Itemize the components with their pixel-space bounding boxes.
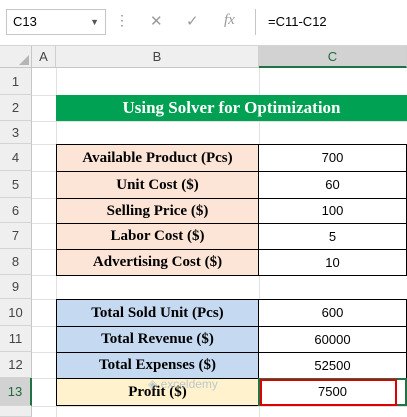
insert-function-icon[interactable]: fx bbox=[224, 12, 235, 29]
result-label-cell[interactable]: Total Revenue ($) bbox=[56, 326, 259, 353]
column-header-c[interactable]: C bbox=[259, 46, 407, 68]
row-header-14[interactable] bbox=[0, 406, 32, 417]
column-header-b[interactable]: B bbox=[56, 46, 259, 68]
row-header-10[interactable]: 10 bbox=[0, 299, 32, 326]
input-label-cell[interactable]: Available Product (Pcs) bbox=[56, 144, 259, 172]
highlight-box bbox=[260, 379, 397, 406]
row-header-11[interactable]: 11 bbox=[0, 326, 32, 352]
result-value-cell[interactable]: 600 bbox=[258, 299, 407, 327]
formula-buttons: ✕ ✓ fx bbox=[138, 9, 250, 35]
row-header-8[interactable]: 8 bbox=[0, 249, 32, 275]
watermark-logo-icon: ◈ bbox=[148, 377, 161, 391]
input-value-cell[interactable]: 700 bbox=[258, 144, 407, 172]
cancel-icon[interactable]: ✕ bbox=[150, 12, 163, 30]
input-value-cell[interactable]: 10 bbox=[258, 249, 407, 276]
chevron-down-icon[interactable]: ▼ bbox=[90, 10, 99, 34]
formula-input[interactable]: =C11-C12 bbox=[255, 9, 407, 35]
input-label-cell[interactable]: Labor Cost ($) bbox=[56, 223, 259, 250]
input-label-cell[interactable]: Unit Cost ($) bbox=[56, 171, 259, 199]
column-header-a[interactable]: A bbox=[32, 46, 56, 68]
name-box[interactable]: C13 ▼ bbox=[6, 9, 106, 35]
row-header-1[interactable]: 1 bbox=[0, 68, 32, 95]
row-header-3[interactable]: 3 bbox=[0, 121, 32, 144]
row-header-6[interactable]: 6 bbox=[0, 198, 32, 223]
result-label-cell[interactable]: Total Sold Unit (Pcs) bbox=[56, 299, 259, 327]
row-header-4[interactable]: 4 bbox=[0, 144, 32, 171]
row-header-9[interactable]: 9 bbox=[0, 275, 32, 299]
input-label-cell[interactable]: Advertising Cost ($) bbox=[56, 249, 259, 276]
input-value-cell[interactable]: 60 bbox=[258, 171, 407, 199]
row-header-2[interactable]: 2 bbox=[0, 95, 32, 121]
sheet-title[interactable]: Using Solver for Optimization bbox=[56, 95, 407, 121]
result-value-cell[interactable]: 52500 bbox=[258, 352, 407, 379]
input-value-cell[interactable]: 5 bbox=[258, 223, 407, 250]
watermark: ◈ exceldemy bbox=[148, 377, 218, 391]
more-options-icon[interactable]: ⋮ bbox=[115, 12, 129, 29]
result-value-cell[interactable]: 60000 bbox=[258, 326, 407, 353]
name-box-value: C13 bbox=[13, 14, 37, 29]
result-label-cell[interactable]: Total Expenses ($) bbox=[56, 352, 259, 379]
row-header-7[interactable]: 7 bbox=[0, 223, 32, 249]
watermark-text: exceldemy bbox=[160, 377, 218, 391]
input-label-cell[interactable]: Selling Price ($) bbox=[56, 198, 259, 224]
enter-icon[interactable]: ✓ bbox=[186, 12, 199, 30]
row-header-13[interactable]: 13 bbox=[0, 378, 32, 406]
row-header-12[interactable]: 12 bbox=[0, 352, 32, 378]
row-header-5[interactable]: 5 bbox=[0, 171, 32, 198]
select-all-corner[interactable] bbox=[0, 46, 32, 68]
formula-bar: C13 ▼ ⋮ ✕ ✓ fx =C11-C12 bbox=[0, 0, 407, 46]
input-value-cell[interactable]: 100 bbox=[258, 198, 407, 224]
